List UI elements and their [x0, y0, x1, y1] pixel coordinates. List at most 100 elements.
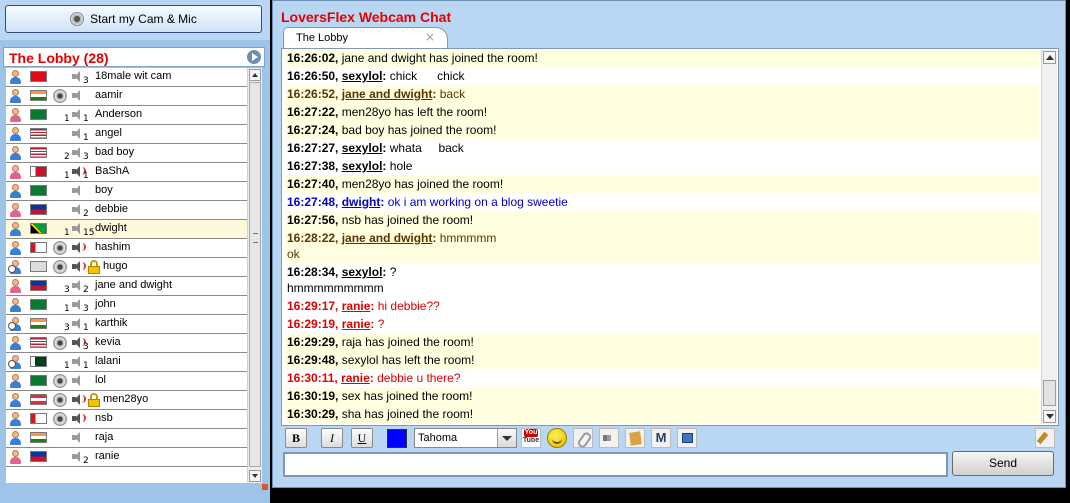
user-row[interactable]: nsb — [6, 410, 247, 429]
user-row[interactable]: 1 15 dwight — [6, 220, 247, 239]
attachment-icon[interactable] — [573, 428, 593, 448]
message-time: 16:29:17, — [287, 299, 339, 313]
message-user-link[interactable]: ranie — [342, 317, 371, 331]
speaker-icon[interactable] — [72, 299, 83, 310]
play-arrow-icon[interactable] — [247, 50, 261, 64]
speaker-icon[interactable] — [72, 261, 86, 272]
close-icon[interactable]: × — [425, 30, 435, 44]
message-user-link[interactable]: sexylol — [342, 159, 383, 173]
youtube-icon[interactable]: You Tube — [521, 428, 541, 448]
speaker-icon[interactable] — [72, 375, 83, 386]
speaker-icon[interactable] — [72, 185, 83, 196]
font-select[interactable]: Tahoma — [414, 428, 517, 448]
user-row[interactable]: 1 1 lalani — [6, 353, 247, 372]
user-row[interactable]: aamir — [6, 87, 247, 106]
webcam-icon — [70, 12, 85, 26]
user-row[interactable]: hashim — [6, 239, 247, 258]
user-row[interactable]: 2 debbie — [6, 201, 247, 220]
webcam-icon[interactable] — [53, 260, 67, 274]
notes-icon[interactable] — [625, 428, 645, 448]
country-flag-icon — [30, 128, 47, 139]
speaker-icon[interactable] — [72, 166, 86, 177]
message-time: 16:27:38, — [287, 159, 339, 173]
send-button[interactable]: Send — [952, 451, 1054, 476]
user-row[interactable]: 3 18male wit cam — [6, 68, 247, 87]
scroll-thumb[interactable] — [1043, 380, 1056, 406]
speaker-icon[interactable] — [72, 109, 83, 120]
scroll-down-arrow-icon[interactable] — [249, 470, 261, 482]
webcam-icon[interactable] — [53, 374, 67, 388]
message-user-link[interactable]: dwight — [342, 195, 381, 209]
start-cam-mic-button[interactable]: Start my Cam & Mic — [5, 5, 262, 33]
user-row[interactable]: 3 1 karthik — [6, 315, 247, 334]
scroll-up-arrow-icon[interactable] — [1043, 51, 1056, 64]
user-row[interactable]: men28yo — [6, 391, 247, 410]
scroll-down-arrow-icon[interactable] — [1043, 410, 1056, 423]
mail-icon[interactable]: M — [651, 428, 671, 448]
message-user-link[interactable]: sexylol — [342, 69, 383, 83]
italic-button[interactable]: I — [321, 428, 343, 448]
message-user-link[interactable]: sexylol — [342, 141, 383, 155]
chat-message: 16:29:17, ranie: hi debbie?? — [287, 299, 440, 313]
clear-icon[interactable] — [1035, 428, 1055, 448]
speaker-icon[interactable] — [72, 71, 83, 82]
user-avatar-icon — [8, 317, 22, 331]
message-user-link[interactable]: sexylol — [342, 265, 383, 279]
chat-message: 16:27:48, dwight: ok i am working on a b… — [287, 195, 568, 209]
message-user-link[interactable]: jane and dwight — [342, 231, 433, 245]
user-row[interactable]: 1 angel — [6, 125, 247, 144]
user-count-1: 3 — [64, 285, 70, 295]
speaker-icon[interactable] — [72, 432, 83, 443]
speaker-icon[interactable] — [72, 128, 83, 139]
user-list-scrollbar[interactable] — [247, 68, 262, 483]
message-user-link[interactable]: ranie — [341, 371, 370, 385]
speaker-icon[interactable] — [72, 318, 83, 329]
speaker-icon[interactable] — [72, 356, 83, 367]
webcam-icon[interactable] — [53, 241, 67, 255]
user-row[interactable]: hugo — [6, 258, 247, 277]
user-row[interactable]: 1 1 BaShA — [6, 163, 247, 182]
webcam-icon[interactable] — [53, 89, 67, 103]
scroll-thumb[interactable] — [249, 82, 261, 467]
window-icon[interactable] — [677, 428, 697, 448]
user-row[interactable]: boy — [6, 182, 247, 201]
tab-the-lobby[interactable]: The Lobby × — [283, 27, 448, 48]
message-user-link[interactable]: ranie — [342, 299, 371, 313]
speaker-icon[interactable] — [72, 242, 86, 253]
speaker-icon[interactable] — [72, 413, 86, 424]
user-avatar-icon — [9, 70, 22, 84]
chat-scrollbar[interactable] — [1041, 50, 1057, 424]
user-row[interactable]: 1 3 john — [6, 296, 247, 315]
emoticon-icon[interactable] — [547, 428, 567, 448]
user-row[interactable]: 3 kevia — [6, 334, 247, 353]
speaker-icon[interactable] — [72, 90, 83, 101]
sound-icon[interactable] — [599, 428, 619, 448]
webcam-icon[interactable] — [53, 393, 67, 407]
user-row[interactable]: 2 3 bad boy — [6, 144, 247, 163]
user-row[interactable]: 3 2 jane and dwight — [6, 277, 247, 296]
speaker-icon[interactable] — [72, 451, 83, 462]
speaker-icon[interactable] — [72, 394, 86, 405]
speaker-icon[interactable] — [72, 204, 83, 215]
speaker-icon[interactable] — [72, 337, 86, 348]
webcam-icon[interactable] — [53, 336, 67, 350]
resize-corner-icon[interactable] — [262, 484, 268, 490]
user-row[interactable]: raja — [6, 429, 247, 448]
user-row[interactable]: 1 1 Anderson — [6, 106, 247, 125]
webcam-icon[interactable] — [53, 412, 67, 426]
underline-button[interactable]: U — [351, 428, 373, 448]
user-avatar-icon — [8, 260, 22, 274]
user-row[interactable]: 2 ranie — [6, 448, 247, 467]
message-user-link[interactable]: jane and dwight — [342, 87, 433, 101]
user-name: Anderson — [95, 108, 143, 120]
scroll-up-arrow-icon[interactable] — [249, 69, 261, 81]
chat-message: 16:29:19, ranie: ? — [287, 317, 385, 331]
message-input[interactable] — [283, 452, 948, 477]
text-color-button[interactable] — [387, 429, 407, 448]
bold-button[interactable]: B — [285, 428, 307, 448]
speaker-icon[interactable] — [72, 147, 83, 158]
speaker-icon[interactable] — [72, 280, 83, 291]
user-row[interactable]: lol — [6, 372, 247, 391]
speaker-icon[interactable] — [72, 223, 83, 234]
chevron-down-icon[interactable] — [497, 429, 516, 447]
